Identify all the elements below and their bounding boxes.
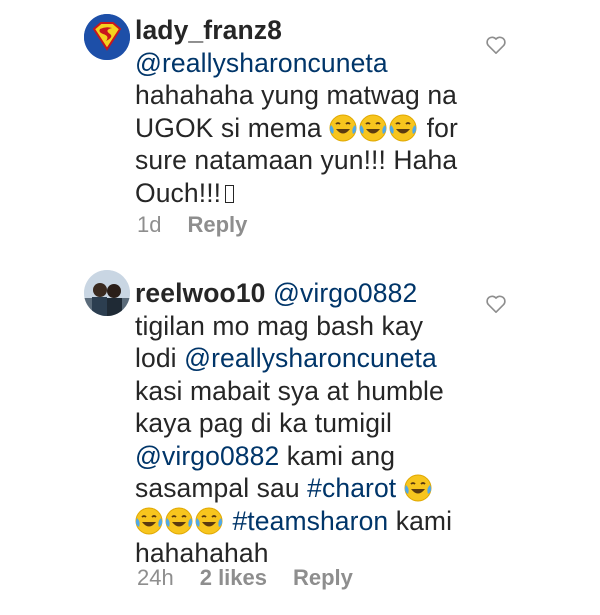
- avatar[interactable]: [84, 270, 130, 316]
- missing-glyph-icon: [225, 184, 235, 203]
- like-heart-icon[interactable]: [485, 294, 507, 314]
- comment-line: UGOK si mema: [135, 112, 322, 143]
- comment-line: Ouch!!!: [135, 177, 222, 208]
- face-with-tears-of-joy-icon: [195, 507, 223, 535]
- comment-line: for: [426, 112, 458, 143]
- mention-link[interactable]: @reallysharoncuneta: [135, 48, 388, 78]
- reply-button[interactable]: Reply: [187, 212, 247, 238]
- comment-line: kami: [395, 505, 453, 536]
- username[interactable]: reelwoo10: [135, 278, 266, 308]
- face-with-tears-of-joy-icon: [329, 114, 357, 142]
- comment-line: hahahaha yung matwag na: [135, 80, 458, 110]
- username[interactable]: lady_franz8: [135, 15, 282, 45]
- likes-count[interactable]: 2 likes: [200, 565, 267, 591]
- like-heart-icon[interactable]: [485, 35, 507, 55]
- avatar[interactable]: [84, 14, 130, 60]
- hashtag-link[interactable]: #teamsharon: [232, 506, 388, 536]
- mention-link[interactable]: @virgo0882: [273, 278, 417, 308]
- comment-text: lady_franz8 @reallysharoncuneta hahahaha…: [135, 14, 475, 209]
- face-with-tears-of-joy-icon: [165, 507, 193, 535]
- comment-line: hahahahah: [135, 538, 269, 568]
- comment-line: tigilan mo mag bash kay: [135, 310, 424, 341]
- comment-line: sure natamaan yun!!! Haha: [135, 145, 458, 175]
- comment-meta: 24h 2 likes Reply: [137, 565, 353, 591]
- face-with-tears-of-joy-icon: [389, 114, 417, 142]
- comment-line: kasi mabait sya at humble: [135, 375, 444, 406]
- mention-link[interactable]: @virgo0882: [135, 441, 279, 471]
- mention-link[interactable]: @reallysharoncuneta: [184, 343, 437, 373]
- comment-line: lodi: [135, 343, 177, 373]
- comment-line: sasampal sau: [135, 473, 300, 503]
- comment-line: kaya pag di ka tumigil: [135, 408, 393, 438]
- face-with-tears-of-joy-icon: [359, 114, 387, 142]
- reply-button[interactable]: Reply: [293, 565, 353, 591]
- comment-line: kami ang: [286, 440, 396, 471]
- timestamp: 1d: [137, 212, 162, 237]
- couple-photo-icon: [84, 270, 130, 316]
- comment-meta: 1d Reply: [137, 212, 247, 238]
- comment-text: reelwoo10 @virgo0882 tigilan mo mag bash…: [135, 277, 475, 570]
- face-with-tears-of-joy-icon: [135, 507, 163, 535]
- face-with-tears-of-joy-icon: [404, 474, 432, 502]
- timestamp: 24h: [137, 565, 174, 590]
- superman-logo-icon: [84, 14, 130, 60]
- hashtag-link[interactable]: #charot: [307, 473, 396, 503]
